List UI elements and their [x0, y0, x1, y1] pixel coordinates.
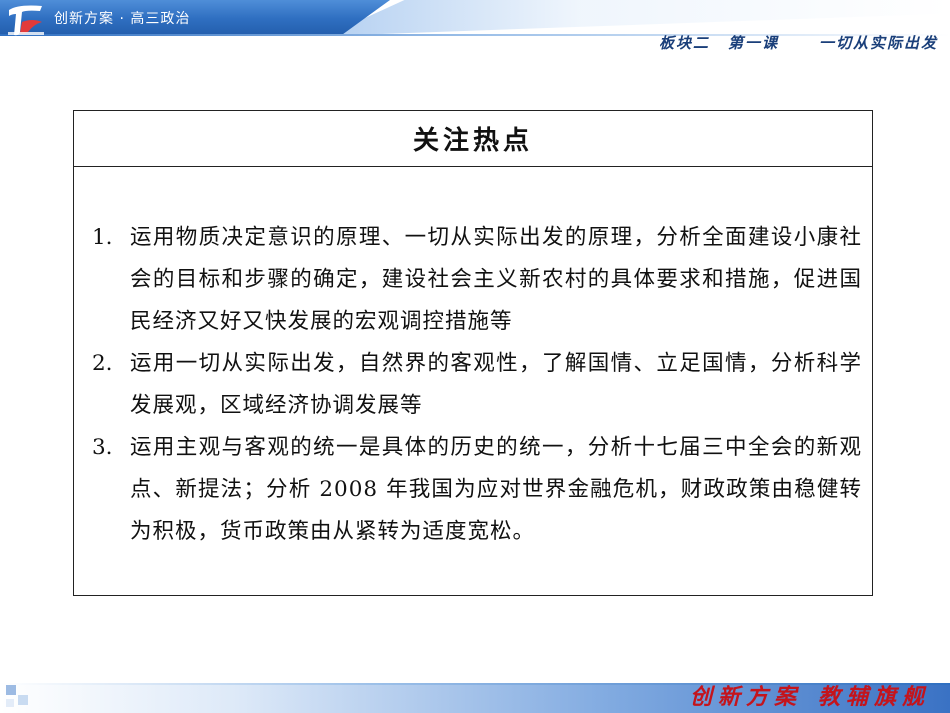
breadcrumb: 板块二 第一课 一切从实际出发: [641, 32, 938, 53]
list-item-number: 2.: [92, 351, 113, 376]
list-item: 1. 运用物质决定意识的原理、一切从实际出发的原理，分析全面建设小康社会的目标和…: [92, 217, 862, 343]
breadcrumb-part: 板块二: [658, 34, 710, 52]
content-title: 关注热点: [74, 111, 872, 167]
list-item-number: 1.: [92, 225, 113, 250]
footer-brand: 创新方案 教辅旗舰: [690, 679, 930, 711]
logo-icon: [8, 5, 44, 36]
breadcrumb-topic: 一切从实际出发: [818, 34, 938, 52]
list-item-text: 运用物质决定意识的原理、一切从实际出发的原理，分析全面建设小康社会的目标和步骤的…: [130, 225, 862, 334]
list-item-number: 3.: [92, 435, 113, 460]
content-box: 关注热点 1. 运用物质决定意识的原理、一切从实际出发的原理，分析全面建设小康社…: [73, 110, 873, 596]
footer-brand-left: 创新方案: [689, 684, 802, 710]
list-item: 2. 运用一切从实际出发，自然界的客观性，了解国情、立足国情，分析科学发展观，区…: [92, 343, 862, 427]
hotspot-list: 1. 运用物质决定意识的原理、一切从实际出发的原理，分析全面建设小康社会的目标和…: [92, 217, 862, 553]
header-title: 创新方案 · 高三政治: [54, 11, 191, 27]
slide: 创新方案 · 高三政治 板块二 第一课 一切从实际出发 关注热点 1. 运用物质决定…: [0, 0, 950, 713]
list-item-text: 运用一切从实际出发，自然界的客观性，了解国情、立足国情，分析科学发展观，区域经济…: [130, 351, 862, 418]
header-fade: [330, 0, 950, 34]
breadcrumb-lesson: 第一课: [727, 34, 779, 52]
list-item-text: 运用主观与客观的统一是具体的历史的统一，分析十七届三中全会的新观点、新提法；分析…: [130, 435, 862, 544]
list-item: 3. 运用主观与客观的统一是具体的历史的统一，分析十七届三中全会的新观点、新提法…: [92, 427, 862, 553]
decorative-squares-icon: [6, 685, 28, 707]
footer-brand-right: 教辅旗舰: [817, 684, 930, 710]
